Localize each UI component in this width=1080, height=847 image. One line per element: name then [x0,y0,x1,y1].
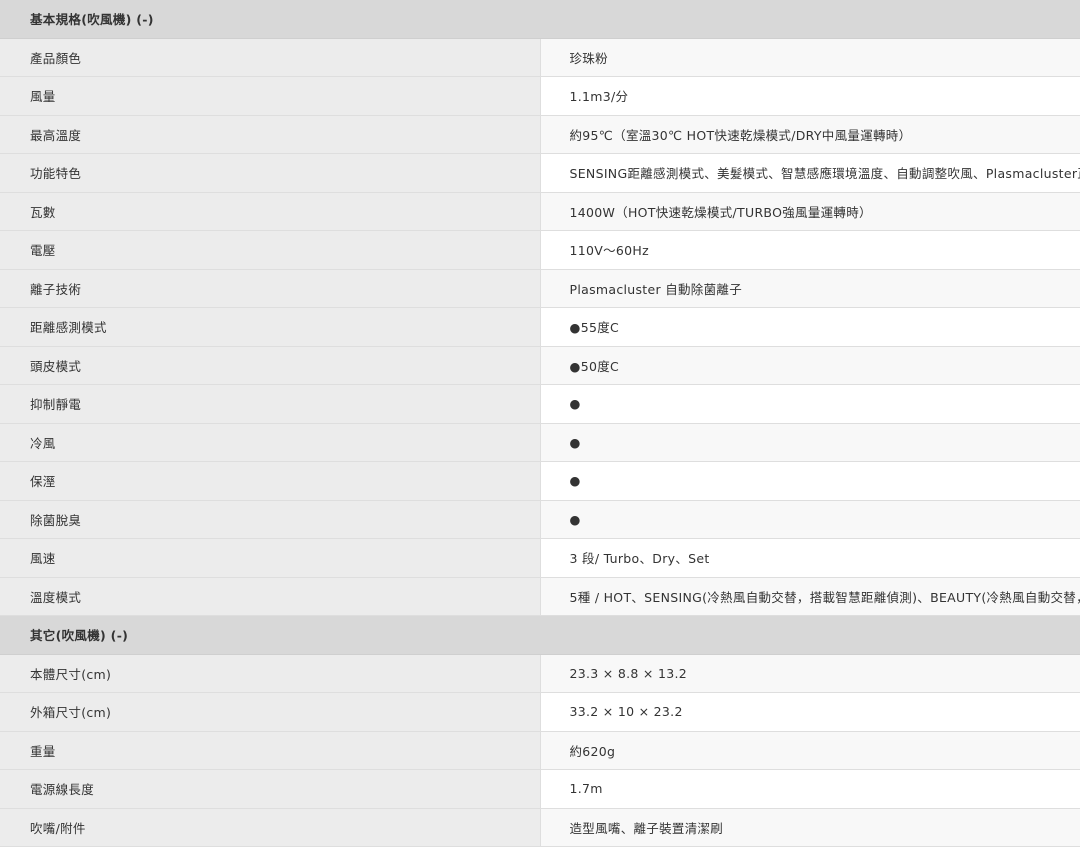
spec-value: 約95℃（室溫30℃ HOT快速乾燥模式/DRY中風量運轉時） [540,115,1080,154]
spec-row-deodorize: 除菌脫臭 ● [0,500,1080,539]
spec-value: 1400W（HOT快速乾燥模式/TURBO強風量運轉時） [540,192,1080,231]
spec-value: ● [540,423,1080,462]
spec-label: 本體尺寸(cm) [0,654,541,693]
spec-label: 最高溫度 [0,115,541,154]
section-header: 其它(吹風機) (-) [0,615,1080,655]
spec-value: 3 段/ Turbo、Dry、Set [540,538,1080,578]
spec-value: ● [540,461,1080,501]
spec-row-color: 產品顏色 珍珠粉 [0,38,1080,77]
spec-row-ion-tech: 離子技術 Plasmacluster 自動除菌離子 [0,269,1080,308]
spec-row-cord-length: 電源線長度 1.7m [0,769,1080,809]
spec-label: 電源線長度 [0,769,541,809]
spec-label: 溫度模式 [0,577,541,616]
section-title: 基本規格(吹風機) (-) [0,0,1080,39]
spec-label: 頭皮模式 [0,346,541,385]
spec-value: ● [540,500,1080,539]
spec-label: 冷風 [0,423,541,462]
spec-label: 保溼 [0,461,541,501]
spec-value: ● [540,384,1080,424]
spec-row-weight: 重量 約620g [0,731,1080,770]
other-spec-section: 其它(吹風機) (-) 本體尺寸(cm) 23.3 × 8.8 × 13.2 外… [0,615,1080,847]
spec-row-anti-static: 抑制靜電 ● [0,384,1080,424]
spec-value: 1.1m3/分 [540,76,1080,116]
spec-value: 約620g [540,731,1080,770]
spec-table: 基本規格(吹風機) (-) 產品顏色 珍珠粉 風量 1.1m3/分 最高溫度 約… [0,0,1080,847]
spec-row-distance-sensing: 距離感測模式 ●55度C [0,307,1080,347]
spec-row-box-size: 外箱尺寸(cm) 33.2 × 10 × 23.2 [0,692,1080,732]
spec-row-airflow: 風量 1.1m3/分 [0,76,1080,116]
section-title: 其它(吹風機) (-) [0,615,1080,655]
spec-value: 5種 / HOT、SENSING(冷熱風自動交替，搭載智慧距離偵測)、BEAUT… [540,577,1080,616]
spec-value: 110V～60Hz [540,230,1080,270]
spec-row-body-size: 本體尺寸(cm) 23.3 × 8.8 × 13.2 [0,654,1080,693]
spec-value: 23.3 × 8.8 × 13.2 [540,654,1080,693]
spec-label: 抑制靜電 [0,384,541,424]
spec-label: 風量 [0,76,541,116]
spec-row-max-temp: 最高溫度 約95℃（室溫30℃ HOT快速乾燥模式/DRY中風量運轉時） [0,115,1080,154]
spec-value: 珍珠粉 [540,38,1080,77]
spec-value: 1.7m [540,769,1080,809]
spec-row-voltage: 電壓 110V～60Hz [0,230,1080,270]
spec-label: 功能特色 [0,153,541,193]
spec-row-scalp-mode: 頭皮模式 ●50度C [0,346,1080,385]
basic-spec-section: 基本規格(吹風機) (-) 產品顏色 珍珠粉 風量 1.1m3/分 最高溫度 約… [0,0,1080,616]
spec-label: 瓦數 [0,192,541,231]
spec-label: 距離感測模式 [0,307,541,347]
spec-label: 除菌脫臭 [0,500,541,539]
spec-value: ●55度C [540,307,1080,347]
spec-value: Plasmacluster 自動除菌離子 [540,269,1080,308]
spec-row-moisture: 保溼 ● [0,461,1080,501]
spec-row-wattage: 瓦數 1400W（HOT快速乾燥模式/TURBO強風量運轉時） [0,192,1080,231]
section-header: 基本規格(吹風機) (-) [0,0,1080,39]
spec-label: 離子技術 [0,269,541,308]
spec-value: 33.2 × 10 × 23.2 [540,692,1080,732]
spec-row-accessories: 吹嘴/附件 造型風嘴、離子裝置清潔刷 [0,808,1080,847]
spec-label: 電壓 [0,230,541,270]
spec-row-temp-modes: 溫度模式 5種 / HOT、SENSING(冷熱風自動交替，搭載智慧距離偵測)、… [0,577,1080,616]
spec-row-wind-speed: 風速 3 段/ Turbo、Dry、Set [0,538,1080,578]
spec-label: 重量 [0,731,541,770]
spec-row-features: 功能特色 SENSING距離感測模式、美髮模式、智慧感應環境溫度、自動調整吹風、… [0,153,1080,193]
spec-value: SENSING距離感測模式、美髮模式、智慧感應環境溫度、自動調整吹風、Plasm… [540,153,1080,193]
spec-label: 外箱尺寸(cm) [0,692,541,732]
spec-label: 產品顏色 [0,38,541,77]
spec-label: 風速 [0,538,541,578]
spec-value: 造型風嘴、離子裝置清潔刷 [540,808,1080,847]
spec-label: 吹嘴/附件 [0,808,541,847]
spec-value: ●50度C [540,346,1080,385]
spec-row-cold-air: 冷風 ● [0,423,1080,462]
